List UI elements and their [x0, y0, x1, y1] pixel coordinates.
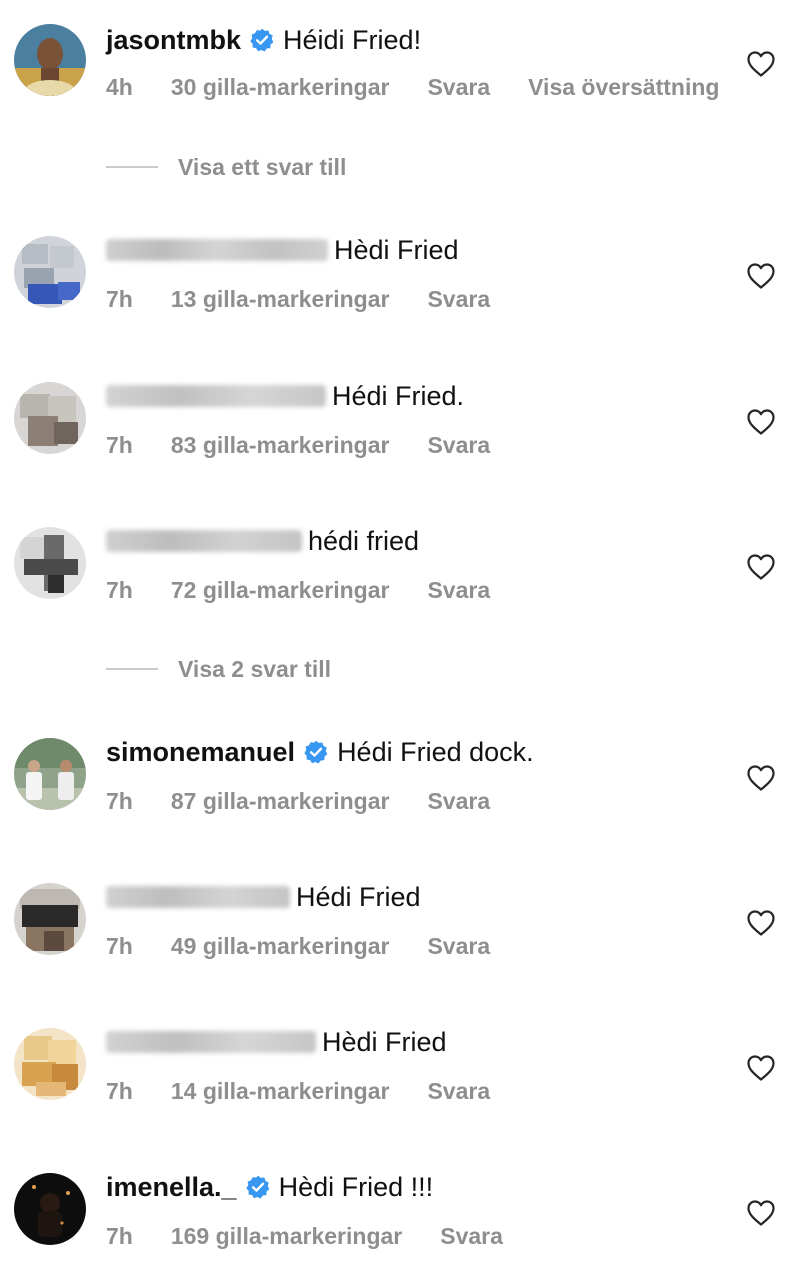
- view-replies-label: Visa 2 svar till: [178, 655, 332, 682]
- comment-timestamp: 7h: [106, 787, 133, 814]
- verified-badge-icon: [245, 1175, 269, 1199]
- heart-outline-icon[interactable]: [746, 1054, 776, 1082]
- comment-timestamp: 7h: [106, 1077, 133, 1104]
- blurred-username[interactable]: [106, 385, 326, 407]
- reply-button[interactable]: Svara: [440, 1223, 503, 1250]
- like-count-link[interactable]: 13 gilla-markeringar: [171, 286, 390, 313]
- comment-timestamp: 7h: [106, 1222, 133, 1249]
- comment-timestamp: 7h: [106, 431, 133, 458]
- reply-button[interactable]: Svara: [427, 933, 490, 960]
- comment-text: Hédi Fried.: [332, 381, 465, 411]
- comment-text: Hèdi Fried: [322, 1027, 447, 1057]
- blurred-username[interactable]: [106, 530, 302, 552]
- blurred-username[interactable]: [106, 886, 290, 908]
- comment-item: Hèdi Fried 7h 13 gilla-markeringar Svara: [0, 232, 800, 332]
- heart-outline-icon[interactable]: [746, 553, 776, 581]
- like-count-link[interactable]: 169 gilla-markeringar: [171, 1223, 402, 1250]
- comment-item: simonemanuel Hédi Fried dock. 7h 87 gill…: [0, 734, 800, 834]
- heart-outline-icon[interactable]: [746, 764, 776, 792]
- comment-text: Hèdi Fried !!!: [278, 1172, 434, 1202]
- reply-button[interactable]: Svara: [427, 788, 490, 815]
- replies-divider: [106, 668, 158, 670]
- comment-item: imenella._ Hèdi Fried !!! 7h 169 gilla-m…: [0, 1169, 800, 1269]
- avatar[interactable]: [14, 883, 86, 955]
- heart-outline-icon[interactable]: [746, 909, 776, 937]
- like-count-link[interactable]: 87 gilla-markeringar: [171, 788, 390, 815]
- reply-button[interactable]: Svara: [427, 74, 490, 101]
- like-count-link[interactable]: 30 gilla-markeringar: [171, 74, 390, 101]
- heart-outline-icon[interactable]: [746, 408, 776, 436]
- comment-item: hédi fried 7h 72 gilla-markeringar Svara: [0, 523, 800, 623]
- like-count-link[interactable]: 72 gilla-markeringar: [171, 577, 390, 604]
- username[interactable]: jasontmbk: [106, 24, 241, 56]
- reply-button[interactable]: Svara: [427, 286, 490, 313]
- reply-button[interactable]: Svara: [427, 1078, 490, 1105]
- comment-item: Hèdi Fried 7h 14 gilla-markeringar Svara: [0, 1024, 800, 1124]
- translate-button[interactable]: Visa översättning: [528, 74, 719, 101]
- avatar[interactable]: [14, 1173, 86, 1245]
- comment-item: Hédi Fried 7h 49 gilla-markeringar Svara: [0, 879, 800, 979]
- verified-badge-icon: [250, 28, 274, 52]
- comment-timestamp: 7h: [106, 576, 133, 603]
- comment-text: Hédi Fried dock.: [337, 737, 534, 767]
- avatar[interactable]: [14, 236, 86, 308]
- heart-outline-icon[interactable]: [746, 1199, 776, 1227]
- reply-button[interactable]: Svara: [427, 577, 490, 604]
- view-replies-button[interactable]: Visa ett svar till: [106, 152, 346, 182]
- comment-text: hédi fried: [308, 526, 420, 556]
- view-replies-button[interactable]: Visa 2 svar till: [106, 654, 331, 684]
- username[interactable]: imenella._: [106, 1171, 237, 1203]
- comment-text: Hédi Fried: [296, 882, 421, 912]
- heart-outline-icon[interactable]: [746, 262, 776, 290]
- replies-divider: [106, 166, 158, 168]
- avatar[interactable]: [14, 24, 86, 96]
- avatar[interactable]: [14, 527, 86, 599]
- avatar[interactable]: [14, 1028, 86, 1100]
- comment-timestamp: 7h: [106, 932, 133, 959]
- comment-item: Hédi Fried. 7h 83 gilla-markeringar Svar…: [0, 378, 800, 478]
- blurred-username[interactable]: [106, 239, 328, 261]
- comment-item: jasontmbk Héidi Fried! 4h 30 gilla-marke…: [0, 20, 800, 120]
- blurred-username[interactable]: [106, 1031, 316, 1053]
- avatar[interactable]: [14, 382, 86, 454]
- like-count-link[interactable]: 83 gilla-markeringar: [171, 432, 390, 459]
- comment-timestamp: 7h: [106, 285, 133, 312]
- reply-button[interactable]: Svara: [427, 432, 490, 459]
- like-count-link[interactable]: 49 gilla-markeringar: [171, 933, 390, 960]
- heart-outline-icon[interactable]: [746, 50, 776, 78]
- like-count-link[interactable]: 14 gilla-markeringar: [171, 1078, 390, 1105]
- comment-timestamp: 4h: [106, 73, 133, 100]
- comment-text: Héidi Fried!: [283, 25, 422, 55]
- username[interactable]: simonemanuel: [106, 736, 295, 768]
- view-replies-label: Visa ett svar till: [178, 153, 347, 180]
- verified-badge-icon: [304, 740, 328, 764]
- avatar[interactable]: [14, 738, 86, 810]
- comment-text: Hèdi Fried: [334, 235, 459, 265]
